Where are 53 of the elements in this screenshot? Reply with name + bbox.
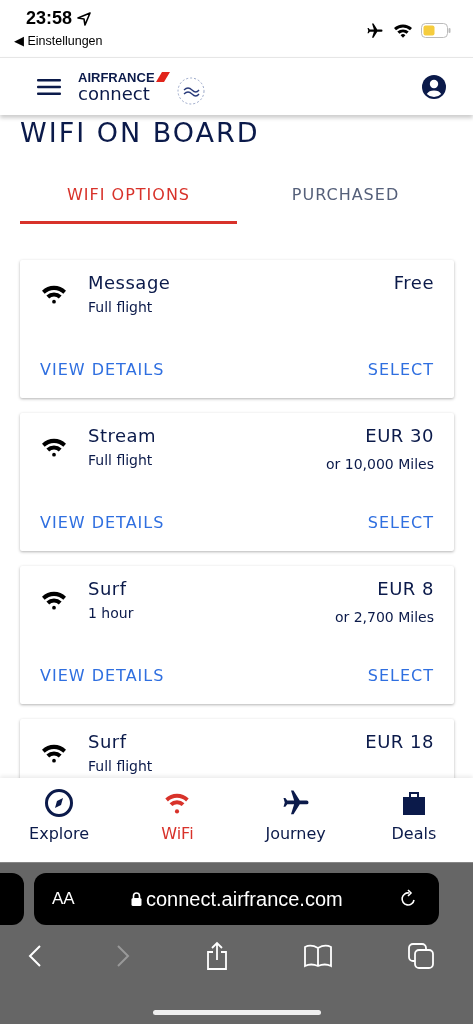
alliance-emblem-icon <box>175 75 206 106</box>
wifi-icon <box>40 590 68 610</box>
card-action-link[interactable]: VIEW DETAILS <box>40 512 165 532</box>
location-arrow-icon <box>77 11 92 26</box>
wifi-icon <box>40 284 68 304</box>
option-price: EUR 30 <box>365 425 434 446</box>
text-size-button[interactable]: AA <box>52 889 75 909</box>
product-name: connect <box>78 84 151 103</box>
option-price: EUR 8 <box>377 578 434 599</box>
miles-price: or 10,000 Miles <box>326 456 434 472</box>
nav-item[interactable]: WiFi <box>118 778 237 862</box>
option-price: EUR 18 <box>365 731 434 752</box>
option-name: Surf <box>88 731 128 752</box>
option-name: Surf <box>88 578 128 599</box>
wifi-signal-icon <box>393 23 413 38</box>
card-action-link[interactable]: VIEW DETAILS <box>40 359 165 379</box>
address-bar[interactable]: AA connect.airfrance.com <box>34 873 439 925</box>
option-price: Free <box>393 272 434 293</box>
option-duration: Full flight <box>88 452 154 468</box>
card-action-link[interactable]: SELECT <box>367 665 434 685</box>
account-icon[interactable] <box>421 73 447 100</box>
nav-item[interactable]: Explore <box>0 778 119 862</box>
compass-icon <box>44 788 75 818</box>
lock-icon <box>130 892 142 906</box>
menu-icon[interactable] <box>37 77 61 96</box>
url-text: connect.airfrance.com <box>145 887 343 911</box>
page-title: WIFI ON BOARD <box>20 117 261 148</box>
tabs-icon[interactable] <box>407 942 435 970</box>
status-time: 23:58 <box>26 8 73 29</box>
option-duration: 1 hour <box>88 605 135 621</box>
back-icon[interactable] <box>28 944 42 968</box>
back-to-app-link[interactable]: ◀ Einstellungen <box>14 33 103 48</box>
brand-name: AIRFRANCE <box>78 70 155 84</box>
previous-tab-preview[interactable] <box>0 873 24 925</box>
wifi-icon <box>40 743 68 763</box>
option-name: Message <box>88 272 172 293</box>
nav-item[interactable]: Journey <box>236 778 355 862</box>
option-duration: Full flight <box>88 758 154 774</box>
card-action-link[interactable]: SELECT <box>367 359 434 379</box>
wifi-icon <box>40 437 68 457</box>
bookmarks-icon[interactable] <box>302 944 333 968</box>
nav-item[interactable]: Deals <box>354 778 473 862</box>
option-duration: Full flight <box>88 299 154 315</box>
miles-price: or 2,700 Miles <box>334 609 434 625</box>
tab[interactable]: PURCHASED <box>237 168 454 224</box>
slash-mark-icon <box>155 72 170 82</box>
card-action-link[interactable]: VIEW DETAILS <box>40 665 165 685</box>
option-name: Stream <box>88 425 158 446</box>
tab[interactable]: WIFI OPTIONS <box>20 168 237 224</box>
card-action-link[interactable]: SELECT <box>367 512 434 532</box>
airplane-mode-icon <box>365 21 385 40</box>
share-icon[interactable] <box>204 941 229 971</box>
battery-icon <box>421 23 451 38</box>
